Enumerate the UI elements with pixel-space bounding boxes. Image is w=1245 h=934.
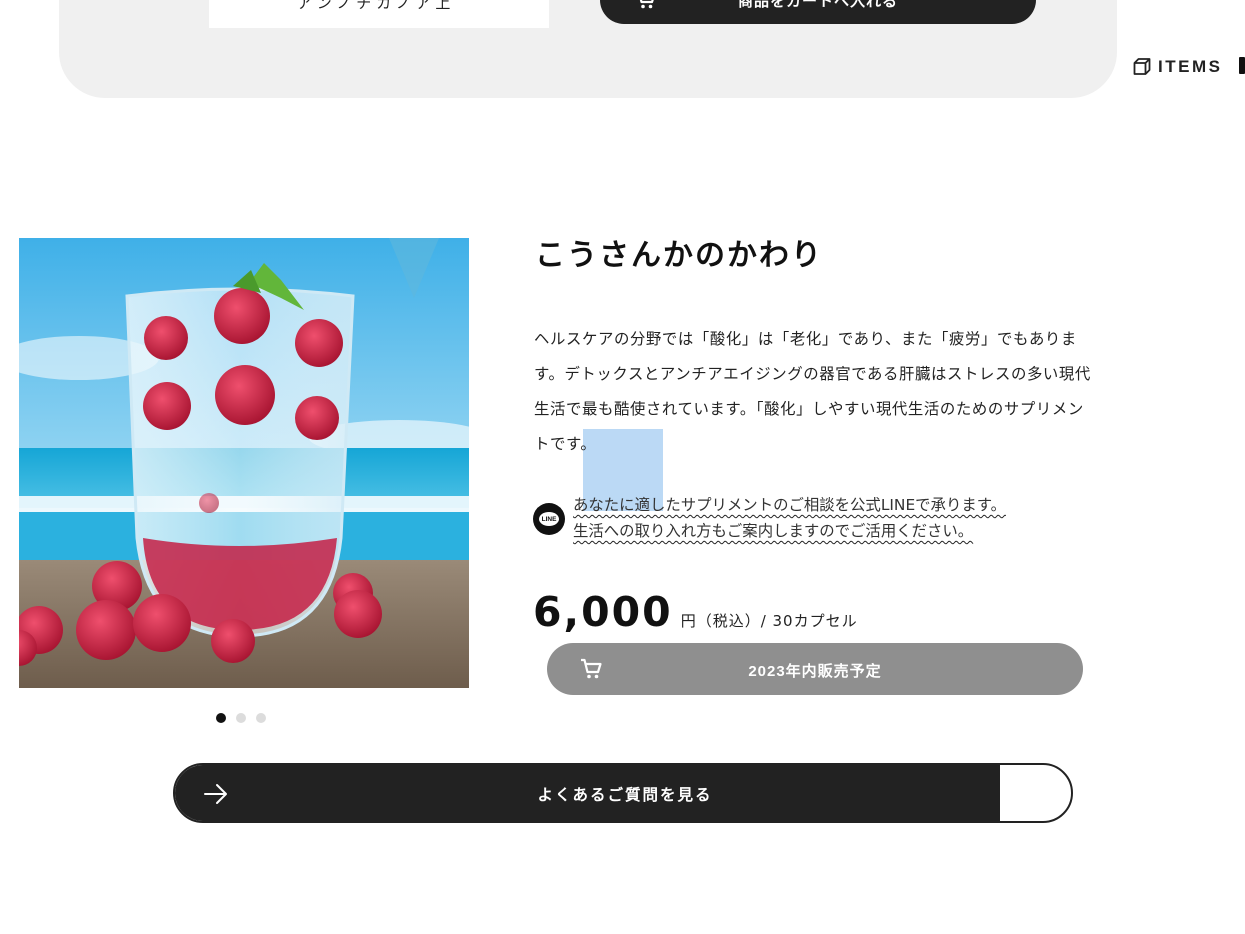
coming-soon-cart-button[interactable]: 2023年内販売予定 xyxy=(547,643,1083,695)
add-to-cart-label: 商品をカートへ入れる xyxy=(737,0,898,10)
slide-indicator xyxy=(216,713,266,723)
cube-icon xyxy=(1133,58,1151,75)
line-icon-bubble: LINE xyxy=(539,512,559,526)
raspberry-drink-photo xyxy=(19,238,469,688)
line-note-line-1[interactable]: あなたに適したサプリメントのご相談を公式LINEで承ります。 xyxy=(573,492,1006,518)
price-row: 6,000 円（税込）/ 30カプセル xyxy=(533,588,858,636)
faq-button-label: よくあるご質問を見る xyxy=(537,786,713,804)
price-unit: 円（税込）/ 30カプセル xyxy=(680,612,858,630)
quantity-select[interactable]: ア ン ノ チ カ ノ ア 上 xyxy=(209,0,549,28)
faq-button[interactable]: よくあるご質問を見る xyxy=(173,763,1073,823)
side-nav-items-label: ITEMS xyxy=(1158,57,1223,76)
line-consultation-link[interactable]: LINE あなたに適したサプリメントのご相談を公式LINEで承ります。 生活への… xyxy=(533,492,1006,544)
product-title: こうさんかのかわり xyxy=(535,238,823,273)
side-nav-marker xyxy=(1239,57,1245,74)
coming-soon-label: 2023年内販売予定 xyxy=(748,663,882,680)
slide-dot-2[interactable] xyxy=(236,713,246,723)
line-icon: LINE xyxy=(533,503,565,535)
line-consultation-text[interactable]: あなたに適したサプリメントのご相談を公式LINEで承ります。 生活への取り入れ方… xyxy=(573,492,1006,544)
add-to-cart-button[interactable]: 商品をカートへ入れる xyxy=(600,0,1036,24)
product-image[interactable] xyxy=(19,238,469,688)
quantity-select-text: ア ン ノ チ カ ノ ア 上 xyxy=(297,0,451,12)
side-nav-items-link[interactable]: ITEMS xyxy=(1132,56,1222,78)
product-description: ヘルスケアの分野では「酸化」は「老化」であり、また「疲労」でもあります。デトック… xyxy=(534,330,1091,453)
price: 6,000 xyxy=(533,588,673,636)
line-note-line-2[interactable]: 生活への取り入れ方もご案内しますのでご活用ください。 xyxy=(573,518,973,544)
slide-dot-1[interactable] xyxy=(216,713,226,723)
slide-dot-3[interactable] xyxy=(256,713,266,723)
previous-product-panel: ア ン ノ チ カ ノ ア 上 商品をカートへ入れる xyxy=(59,0,1117,98)
